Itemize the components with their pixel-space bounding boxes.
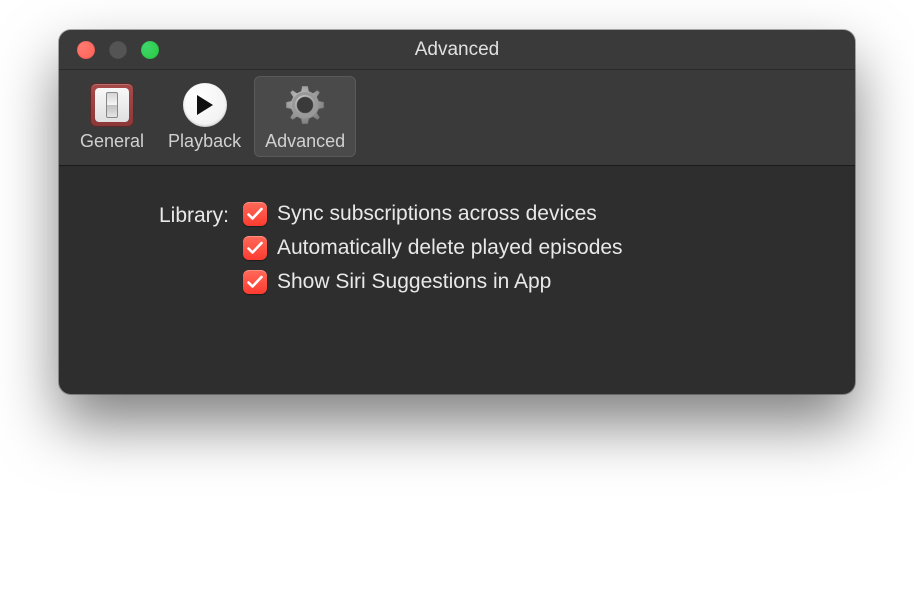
option-label: Sync subscriptions across devices [277,202,597,226]
preferences-window: Advanced General Playback [59,30,855,394]
general-icon [88,81,136,129]
checkbox-icon [243,236,267,260]
library-label: Library: [99,202,229,228]
close-button[interactable] [77,41,95,59]
option-sync-subscriptions[interactable]: Sync subscriptions across devices [243,202,623,226]
gear-icon [281,81,329,129]
tab-advanced[interactable]: Advanced [254,76,356,157]
play-icon [181,81,229,129]
minimize-button[interactable] [109,41,127,59]
option-auto-delete[interactable]: Automatically delete played episodes [243,236,623,260]
option-label: Automatically delete played episodes [277,236,623,260]
library-section: Library: Sync subscriptions across devic… [99,202,815,294]
option-label: Show Siri Suggestions in App [277,270,551,294]
checkbox-icon [243,270,267,294]
tab-general-label: General [80,131,144,152]
library-options: Sync subscriptions across devices Automa… [243,202,623,294]
content-area: Library: Sync subscriptions across devic… [59,166,855,394]
tab-advanced-label: Advanced [265,131,345,152]
tab-playback-label: Playback [168,131,241,152]
tab-playback[interactable]: Playback [157,76,252,157]
option-siri-suggestions[interactable]: Show Siri Suggestions in App [243,270,623,294]
checkbox-icon [243,202,267,226]
tab-general[interactable]: General [69,76,155,157]
traffic-lights [59,41,159,59]
zoom-button[interactable] [141,41,159,59]
titlebar: Advanced [59,30,855,70]
window-title: Advanced [59,39,855,61]
toolbar: General Playback [59,70,855,166]
